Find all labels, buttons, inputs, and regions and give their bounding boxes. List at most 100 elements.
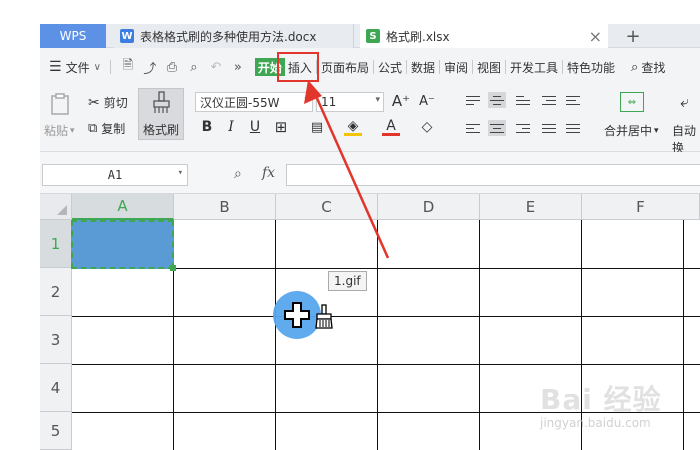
align-bottom-icon[interactable] [514,92,532,108]
justify-icon[interactable] [540,120,558,136]
select-all-corner[interactable] [40,194,72,220]
fill-color-icon[interactable]: ◈ [344,118,362,136]
menu-bar: ☰ 文件 ∨ 🗎 ⤴ ⎙ ⌕ ↶ » 开始 插入 页面布局 公式 数据 审阅 视… [40,48,700,86]
align-right-icon[interactable] [514,120,532,136]
print-preview-icon[interactable]: ⌕ [185,58,203,76]
paste-button[interactable]: 粘贴 ▾ [44,122,75,139]
cell-reference-box[interactable]: A1 ▾ [42,164,188,186]
row-header-1[interactable]: 1 [40,220,72,268]
chevron-down-icon: ▾ [654,125,659,136]
border-icon[interactable]: ⊞ [272,118,290,136]
paste-icon[interactable] [48,92,72,116]
menu-divider [438,60,440,74]
selected-cell-a1[interactable] [71,220,176,271]
row-header-3[interactable]: 3 [40,316,72,364]
tab-docx[interactable]: W 表格格式刷的多种使用方法.docx [114,24,354,48]
zoom-lookup-icon[interactable]: ⌕ [234,166,242,182]
menu-divider [405,60,407,74]
column-header-a[interactable]: A [72,194,174,220]
indent-increase-icon[interactable] [564,92,582,108]
grid-line [275,220,276,450]
menu-divider [505,60,507,74]
increase-font-icon[interactable]: A⁺ [392,92,410,110]
tab-bar: WPS W 表格格式刷的多种使用方法.docx S 格式刷.xlsx × + [40,24,700,48]
format-painter-button[interactable]: 格式刷 [138,88,184,140]
cut-label: 剪切 [103,96,128,110]
tab-xlsx[interactable]: S 格式刷.xlsx × [360,24,608,48]
chevron-down-icon: ▾ [70,125,75,136]
grid-line [377,220,378,450]
format-painter-icon [151,91,173,118]
indent-decrease-icon[interactable] [540,92,558,108]
row-header-5[interactable]: 5 [40,412,72,450]
chevron-down-icon: ∨ [93,61,101,73]
tab-data[interactable]: 数据 [408,56,438,78]
grid-line [683,220,684,450]
new-tab-button[interactable]: + [618,24,648,48]
align-left-icon[interactable] [464,120,482,136]
align-top-icon[interactable] [464,92,482,108]
menu-divider [372,60,374,74]
search-label: 查找 [641,60,666,75]
chevron-down-icon: ▾ [304,95,309,105]
tab-developer[interactable]: 开发工具 [507,56,561,78]
column-header-e[interactable]: E [480,194,582,220]
formula-bar: A1 ▾ ⌕ fx [40,152,700,194]
tab-review[interactable]: 审阅 [441,56,471,78]
search-button[interactable]: ⌕ 查找 [628,56,668,78]
font-name-value: 汉仪正圆-55W [200,95,280,110]
wps-home-tab[interactable]: WPS [40,24,106,48]
align-middle-icon[interactable] [488,92,506,108]
fill-handle[interactable] [170,265,176,271]
tab-page-layout[interactable]: 页面布局 [318,56,372,78]
paste-label: 粘贴 [44,124,69,138]
column-header-d[interactable]: D [378,194,480,220]
paintbrush-icon [315,304,333,329]
grid-line [72,364,700,365]
merge-center-label: 合并居中 [604,124,653,138]
font-size-select[interactable]: 11 ▾ [316,92,384,112]
merge-cells-icon[interactable]: ⇔ [620,92,644,112]
cut-button[interactable]: ✂ 剪切 [88,94,128,111]
italic-button[interactable]: I [222,118,240,136]
print-icon[interactable]: ⎙ [163,58,181,76]
copy-button[interactable]: ⧉ 复制 [88,120,125,137]
underline-button[interactable]: U [246,118,264,136]
column-header-b[interactable]: B [174,194,276,220]
scissors-icon: ✂ [88,94,100,111]
export-icon[interactable]: ⤴ [141,58,159,77]
cross-cursor-icon [284,302,310,328]
fx-icon[interactable]: fx [262,165,275,181]
row-header-4[interactable]: 4 [40,364,72,412]
file-menu[interactable]: ☰ 文件 ∨ [46,56,104,78]
distributed-icon[interactable] [564,120,582,136]
tab-features[interactable]: 特色功能 [564,56,618,78]
more-icon[interactable]: » [229,58,247,76]
tab-docx-label: 表格格式刷的多种使用方法.docx [140,29,317,44]
font-color-icon[interactable]: A [382,118,400,136]
formula-input[interactable] [286,164,700,186]
font-name-select[interactable]: 汉仪正圆-55W ▾ [195,92,313,112]
column-header-c[interactable]: C [276,194,378,220]
chevron-down-icon: ▾ [375,95,380,105]
merge-center-button[interactable]: 合并居中 ▾ [604,122,659,139]
undo-icon[interactable]: ↶ [207,58,225,76]
menu-divider [562,60,564,74]
align-center-icon[interactable] [488,120,506,136]
fill-pattern-icon[interactable]: ▤ [308,118,326,136]
watermark-url: jingyan.baidu.com [540,416,651,430]
tab-formulas[interactable]: 公式 [375,56,405,78]
ribbon: 粘贴 ▾ ✂ 剪切 ⧉ 复制 格式刷 汉仪正圆-55W ▾ 11 ▾ A⁺ A⁻… [40,86,700,155]
auto-wrap-button[interactable]: 自动换 [672,122,700,156]
row-header-2[interactable]: 2 [40,268,72,316]
tab-view[interactable]: 视图 [474,56,504,78]
clear-format-icon[interactable]: ◇ [418,118,436,136]
decrease-font-icon[interactable]: A⁻ [418,92,436,110]
save-icon[interactable]: 🗎 [119,58,137,76]
column-header-f[interactable]: F [582,194,700,220]
menu-divider [109,60,111,74]
wrap-text-icon[interactable]: ⤶ [680,92,689,112]
menu-divider [472,60,473,74]
close-tab-icon[interactable]: × [589,27,602,46]
bold-button[interactable]: B [198,118,216,136]
